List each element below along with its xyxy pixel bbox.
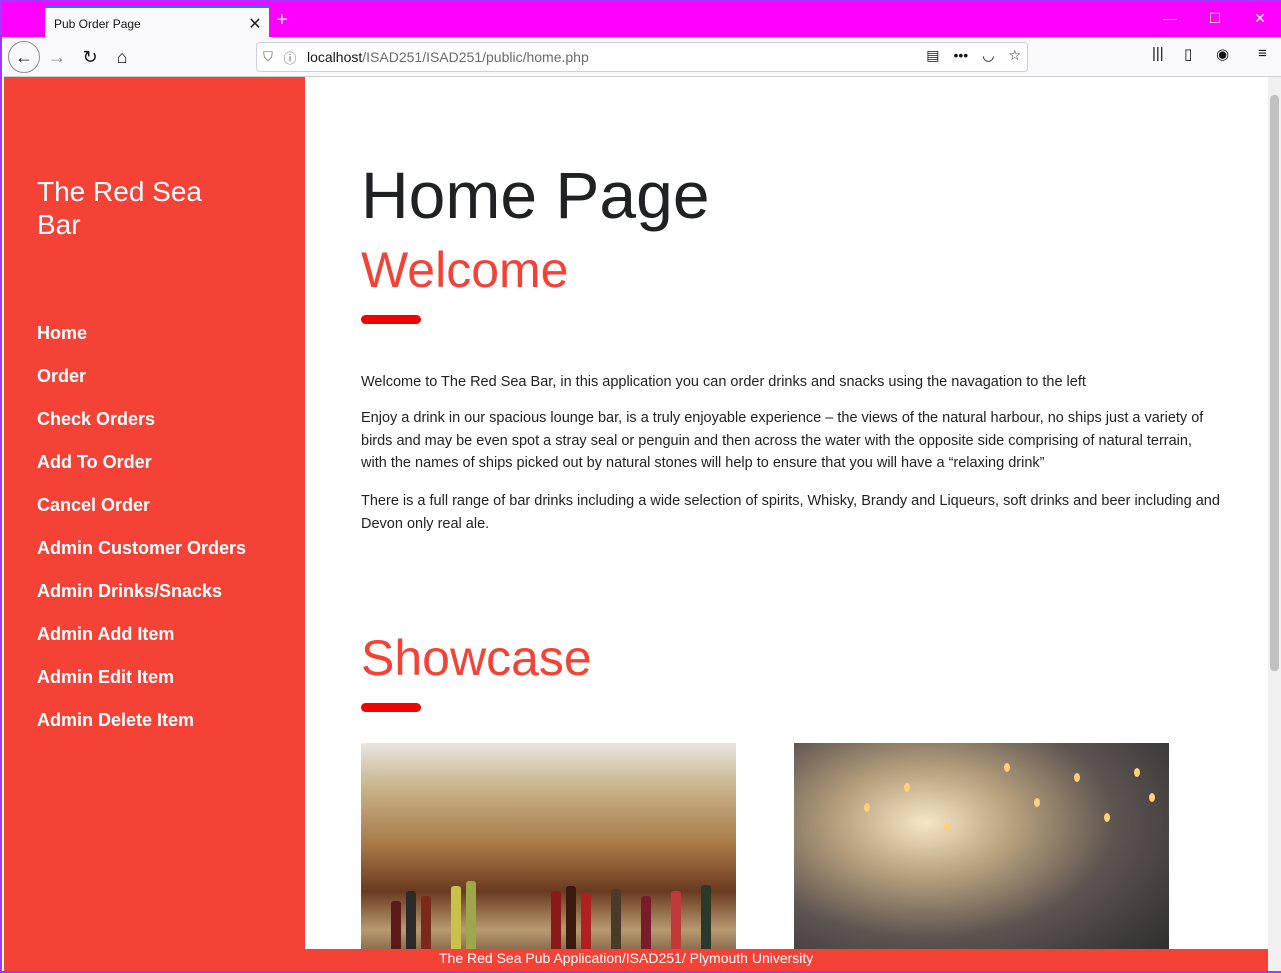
page-viewport: The Red Sea Bar Home Order Check Orders …: [4, 77, 1268, 971]
page-scrollbar[interactable]: [1268, 77, 1281, 971]
site-brand[interactable]: The Red Sea Bar: [37, 175, 227, 241]
url-path: /ISAD251/ISAD251/public/home.php: [362, 49, 589, 65]
sidebar-item-admin-edit-item[interactable]: Admin Edit Item: [37, 665, 246, 708]
library-icon[interactable]: |||: [1152, 45, 1164, 62]
maximize-icon[interactable]: ☐: [1192, 10, 1238, 27]
pocket-icon[interactable]: ◡: [982, 47, 994, 64]
sidebar-item-admin-drinks-snacks[interactable]: Admin Drinks/Snacks: [37, 579, 246, 622]
url-host: localhost: [307, 49, 363, 65]
sidebar-menu: Home Order Check Orders Add To Order Can…: [37, 321, 246, 751]
page-title: Home Page: [361, 158, 710, 232]
showcase-heading: Showcase: [361, 630, 592, 686]
info-icon[interactable]: ⓘ: [279, 48, 301, 67]
close-tab-icon[interactable]: ✕: [241, 14, 269, 34]
browser-window: Pub Order Page ✕ + — ☐ ✕ ← → ↻ ⌂ ⛉ ⓘ loc…: [0, 0, 1281, 973]
sidebar-item-cancel-order[interactable]: Cancel Order: [37, 493, 246, 536]
back-arrow-icon[interactable]: ←: [8, 41, 40, 73]
welcome-heading: Welcome: [361, 242, 569, 298]
tab-strip: Pub Order Page ✕ + — ☐ ✕: [2, 0, 1281, 39]
showcase-image-bar-counter: [361, 743, 736, 971]
browser-tab[interactable]: Pub Order Page ✕: [45, 6, 269, 39]
account-icon[interactable]: ◉: [1216, 45, 1229, 63]
forward-arrow-icon[interactable]: →: [42, 43, 72, 71]
page-footer: The Red Sea Pub Application/ISAD251/ Ply…: [305, 949, 1268, 971]
showcase-image-lounge: [794, 743, 1169, 971]
tab-title: Pub Order Page: [54, 16, 141, 31]
sidebar: The Red Sea Bar Home Order Check Orders …: [4, 77, 305, 971]
reload-icon[interactable]: ↻: [75, 43, 105, 71]
sidebar-item-check-orders[interactable]: Check Orders: [37, 407, 246, 450]
sidebar-item-admin-customer-orders[interactable]: Admin Customer Orders: [37, 536, 246, 579]
close-window-icon[interactable]: ✕: [1237, 10, 1281, 27]
footer-text: The Red Sea Pub Application/ISAD251/ Ply…: [439, 950, 814, 966]
drinks-paragraph: There is a full range of bar drinks incl…: [361, 493, 1220, 532]
sidebar-item-admin-delete-item[interactable]: Admin Delete Item: [37, 708, 246, 751]
address-bar-actions: ▤ ••• ◡ ☆: [926, 47, 1021, 64]
more-actions-icon[interactable]: •••: [954, 47, 969, 64]
welcome-underline: [361, 315, 421, 324]
showcase-underline: [361, 703, 421, 712]
sidebar-item-admin-add-item[interactable]: Admin Add Item: [37, 622, 246, 665]
lounge-paragraph: Enjoy a drink in our spacious lounge bar…: [361, 410, 1204, 471]
address-bar[interactable]: ⛉ ⓘ localhost/ISAD251/ISAD251/public/hom…: [256, 42, 1028, 72]
sidebar-item-order[interactable]: Order: [37, 364, 246, 407]
new-tab-icon[interactable]: +: [276, 8, 288, 32]
scrollbar-thumb[interactable]: [1270, 95, 1279, 671]
sidebar-item-home[interactable]: Home: [37, 321, 246, 364]
sidebar-toggle-icon[interactable]: ▯: [1184, 45, 1192, 63]
reader-view-icon[interactable]: ▤: [926, 47, 939, 64]
shield-icon[interactable]: ⛉: [257, 49, 279, 65]
home-icon[interactable]: ⌂: [107, 43, 137, 71]
bookmark-star-icon[interactable]: ☆: [1008, 47, 1021, 64]
intro-paragraph: Welcome to The Red Sea Bar, in this appl…: [361, 374, 1086, 390]
sidebar-item-add-to-order[interactable]: Add To Order: [37, 450, 246, 493]
navigation-toolbar: ← → ↻ ⌂ ⛉ ⓘ localhost/ISAD251/ISAD251/pu…: [4, 37, 1281, 77]
menu-hamburger-icon[interactable]: ≡: [1258, 45, 1267, 62]
minimize-icon[interactable]: —: [1147, 10, 1193, 26]
